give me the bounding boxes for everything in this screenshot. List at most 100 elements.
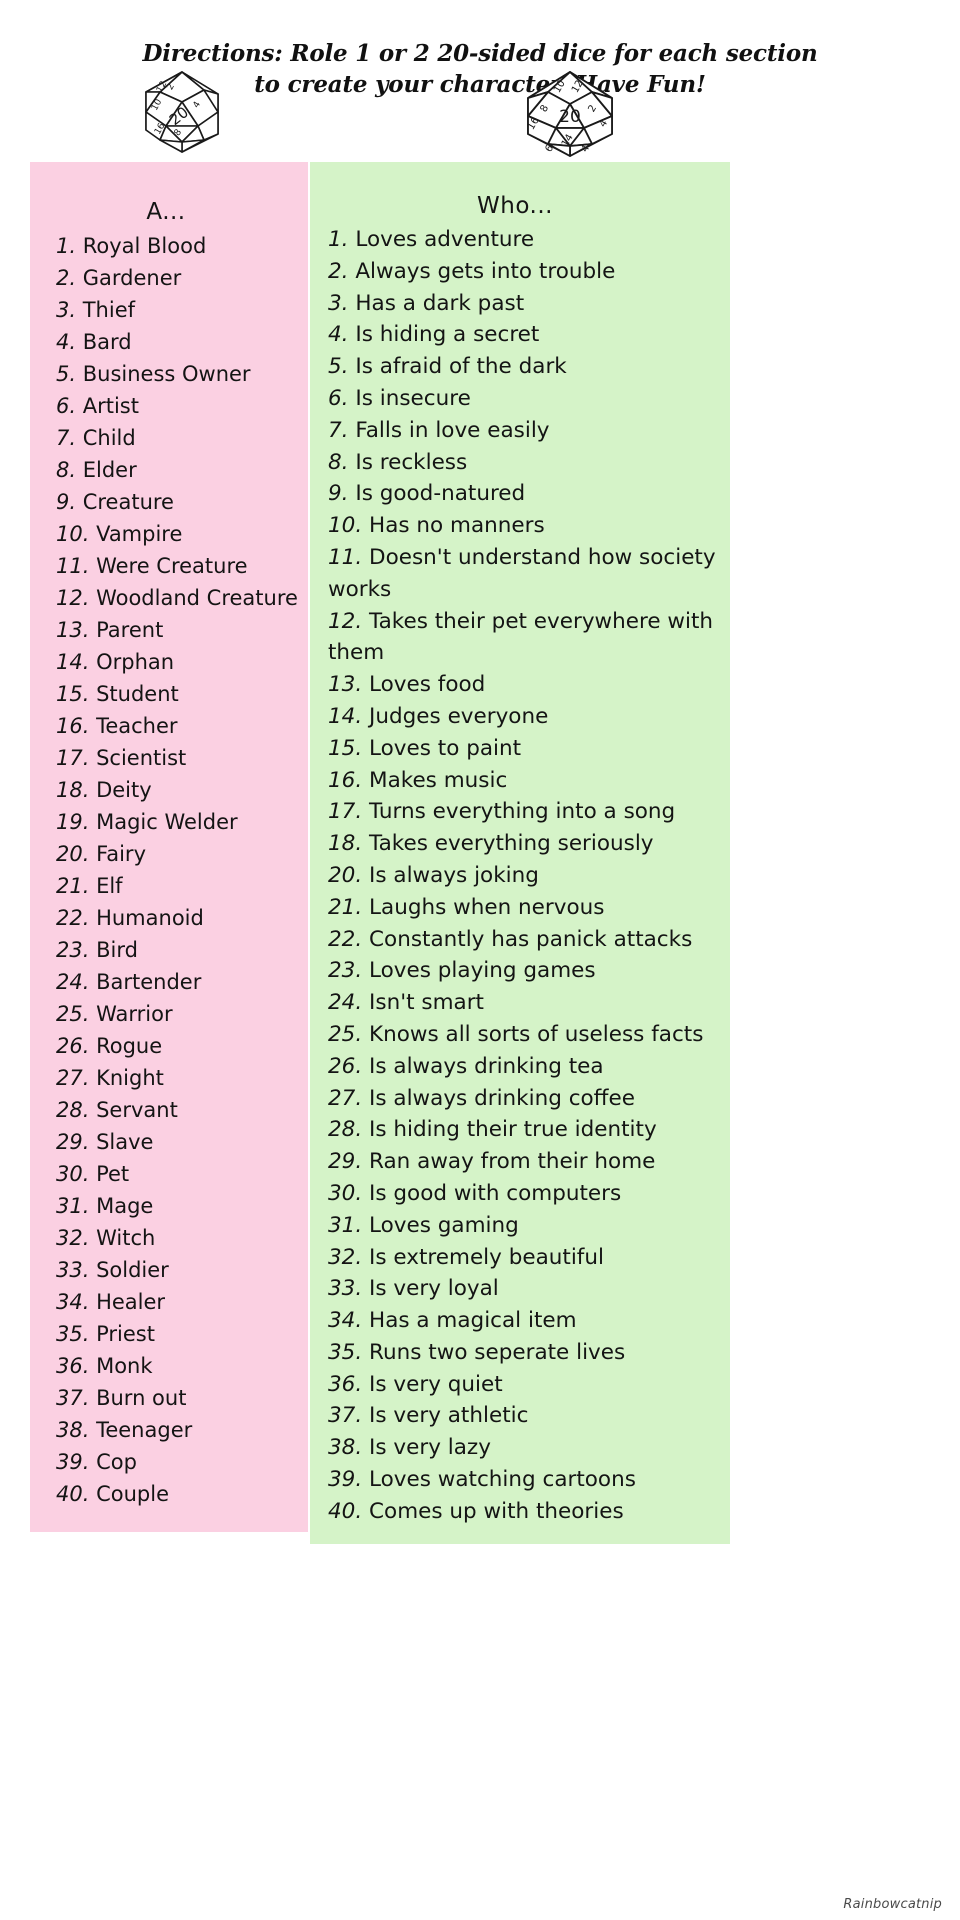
list-item-label: Deity <box>89 778 152 802</box>
list-item: 29. Slave <box>30 1126 308 1158</box>
list-item: 21. Elf <box>30 870 308 902</box>
list-item: 10. Vampire <box>30 518 308 550</box>
list-item-label: Vampire <box>89 522 183 546</box>
list-item-number: 38. <box>56 1418 90 1442</box>
list-item-label: Is always drinking tea <box>362 1053 604 1079</box>
list-item: 37. Burn out <box>30 1382 308 1414</box>
list-item-label: Servant <box>89 1098 178 1122</box>
list-item-number: 10. <box>328 513 363 539</box>
list-item-number: 21. <box>328 894 363 920</box>
list-item-label: Royal Blood <box>76 234 207 258</box>
column-who-heading: Who... <box>477 193 553 219</box>
list-item: 39. Cop <box>30 1446 308 1478</box>
list-item-label: Priest <box>89 1322 155 1346</box>
list-item-label: Bird <box>89 938 138 962</box>
list-item-label: Is extremely beautiful <box>362 1244 604 1270</box>
list-item-label: Has no manners <box>362 513 545 539</box>
list-item-number: 38. <box>328 1435 363 1461</box>
list-item-label: Humanoid <box>89 906 204 930</box>
list-item-number: 40. <box>56 1482 90 1506</box>
list-item-number: 14. <box>328 703 363 729</box>
list-item-label: Is reckless <box>348 449 468 475</box>
list-item: 31. Loves gaming <box>310 1210 730 1242</box>
list-item-number: 19. <box>56 810 90 834</box>
list-item: 5. Business Owner <box>30 358 308 390</box>
list-item: 24. Isn't smart <box>310 987 730 1019</box>
list-item-number: 21. <box>56 874 90 898</box>
list-item: 27. Knight <box>30 1062 308 1094</box>
list-item: 25. Warrior <box>30 998 308 1030</box>
list-item-number: 3. <box>328 290 349 316</box>
list-item-number: 1. <box>56 234 77 258</box>
list-item-label: Were Creature <box>89 554 248 578</box>
list-item-number: 1. <box>328 227 349 252</box>
list-item: 35. Runs two seperate lives <box>310 1337 730 1369</box>
list-item-label: Has a dark past <box>348 290 525 316</box>
list-item-number: 36. <box>56 1354 90 1378</box>
list-item: 29. Ran away from their home <box>310 1146 730 1178</box>
list-item-number: 35. <box>56 1322 90 1346</box>
list-item-label: Is good-natured <box>348 481 526 507</box>
list-item-label: Bard <box>76 330 132 354</box>
list-item: 35. Priest <box>30 1318 308 1350</box>
list-item-label: Runs two seperate lives <box>362 1339 626 1365</box>
list-item: 18. Takes everything seriously <box>310 828 730 860</box>
list-item-label: Cop <box>89 1450 137 1474</box>
list-item-number: 9. <box>56 490 77 514</box>
list-item-number: 24. <box>328 990 363 1016</box>
list-item-number: 32. <box>328 1244 363 1270</box>
list-item: 22. Humanoid <box>30 902 308 934</box>
list-item-number: 15. <box>56 682 90 706</box>
list-item-label: Elf <box>89 874 123 898</box>
svg-text:20: 20 <box>559 107 581 127</box>
list-item: 20. Fairy <box>30 838 308 870</box>
list-item-number: 8. <box>328 449 349 475</box>
list-item-label: Loves adventure <box>348 227 535 252</box>
list-item-label: Constantly has panick attacks <box>362 926 693 952</box>
list-item-number: 13. <box>56 618 90 642</box>
list-item-number: 11. <box>56 554 90 578</box>
list-item: 22. Constantly has panick attacks <box>310 924 730 956</box>
list-item: 20. Is always joking <box>310 860 730 892</box>
list-item-number: 24. <box>56 970 90 994</box>
list-item-label: Bartender <box>89 970 202 994</box>
column-a-list: 1. Royal Blood 2. Gardener 3. Thief 4. Bard… <box>30 230 308 1510</box>
list-item-label: Is afraid of the dark <box>348 354 567 380</box>
list-item-number: 31. <box>56 1194 90 1218</box>
list-item-number: 12. <box>328 608 363 634</box>
list-item: 16. Teacher <box>30 710 308 742</box>
list-item: 25. Knows all sorts of useless facts <box>310 1019 730 1051</box>
list-item: 15. Loves to paint <box>310 733 730 765</box>
list-item-label: Teenager <box>89 1418 193 1442</box>
list-item-label: Has a magical item <box>362 1308 577 1334</box>
list-item: 38. Is very lazy <box>310 1432 730 1464</box>
list-item: 4. Is hiding a secret <box>310 319 730 351</box>
list-item-number: 28. <box>328 1117 363 1143</box>
list-item-label: Loves playing games <box>362 958 596 984</box>
list-item: 8. Is reckless <box>310 447 730 479</box>
list-item-label: Is good with computers <box>362 1180 622 1206</box>
list-item-label: Creature <box>76 490 174 514</box>
list-item-label: Is very loyal <box>362 1276 499 1302</box>
list-item-label: Slave <box>89 1130 154 1154</box>
list-item-number: 39. <box>328 1467 363 1493</box>
list-item: 2. Always gets into trouble <box>310 256 730 288</box>
list-item: 36. Is very quiet <box>310 1369 730 1401</box>
d20-die-right-icon: 20 10 12 2 8 16 4 14 6 4 <box>522 68 618 164</box>
list-item-number: 5. <box>328 354 349 380</box>
list-item: 40. Comes up with theories <box>310 1496 730 1528</box>
list-item-number: 23. <box>328 958 363 984</box>
list-item-number: 8. <box>56 458 77 482</box>
list-item-label: Student <box>89 682 179 706</box>
list-item: 33. Is very loyal <box>310 1273 730 1305</box>
list-item-label: Is very athletic <box>362 1403 529 1429</box>
list-item-number: 9. <box>328 481 349 507</box>
list-item-label: Takes everything seriously <box>362 831 654 857</box>
list-item-label: Is very quiet <box>362 1371 503 1397</box>
list-item-label: Fairy <box>89 842 146 866</box>
list-item-number: 4. <box>56 330 77 354</box>
list-item-number: 25. <box>328 1021 363 1047</box>
list-item-number: 39. <box>56 1450 90 1474</box>
list-item-label: Is always joking <box>362 862 539 888</box>
list-item-label: Pet <box>89 1162 130 1186</box>
